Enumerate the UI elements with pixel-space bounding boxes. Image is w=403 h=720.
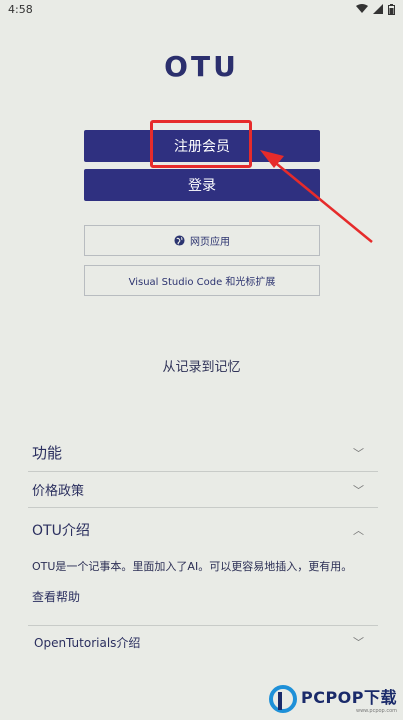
section-otu-intro[interactable]: OTU介绍 ︿ OTU是一个记事本。里面加入了AI。可以更容易地插入，更有用。 … [28, 510, 378, 605]
status-bar: 4:58 [0, 0, 403, 18]
login-button[interactable]: 登录 [84, 169, 320, 201]
app-logo: OTU [164, 50, 239, 83]
web-app-button[interactable]: 网页应用 [84, 225, 320, 256]
section-pricing[interactable]: 价格政策 ﹀ [28, 472, 378, 508]
view-help-link[interactable]: 查看帮助 [28, 588, 378, 605]
section-pricing-title: 价格政策 [32, 484, 85, 499]
highlight-annotation [150, 120, 252, 168]
watermark-sub: www.pcpop.com [356, 708, 397, 714]
globe-icon [174, 235, 185, 246]
section-otu-intro-title: OTU介绍 [32, 523, 90, 539]
chevron-down-icon: ﹀ [353, 446, 364, 460]
watermark-text: PCPOP下载 [300, 688, 397, 707]
chevron-up-icon: ︿ [353, 524, 364, 537]
vscode-extension-label: Visual Studio Code 和光标扩展 [128, 277, 276, 288]
battery-icon [388, 3, 395, 15]
section-opentutorials-title: OpenTutorials介绍 [34, 635, 141, 650]
wifi-icon [356, 4, 368, 13]
otu-intro-body: OTU是一个记事本。里面加入了AI。可以更容易地插入，更有用。 [32, 560, 353, 573]
status-time: 4:58 [8, 2, 33, 16]
chevron-down-icon: ﹀ [353, 483, 364, 497]
section-features[interactable]: 功能 ﹀ [28, 434, 378, 472]
vscode-extension-button[interactable]: Visual Studio Code 和光标扩展 [84, 265, 320, 296]
chevron-down-icon: ﹀ [353, 636, 364, 649]
signal-icon [373, 4, 383, 14]
watermark: PCPOP下载 www.pcpop.com [268, 684, 397, 714]
tagline: 从记录到记忆 [162, 360, 241, 375]
section-opentutorials[interactable]: OpenTutorials介绍 ﹀ [28, 625, 378, 658]
section-features-title: 功能 [32, 444, 63, 462]
web-app-label: 网页应用 [190, 237, 230, 248]
pcpop-logo-icon [268, 685, 297, 713]
